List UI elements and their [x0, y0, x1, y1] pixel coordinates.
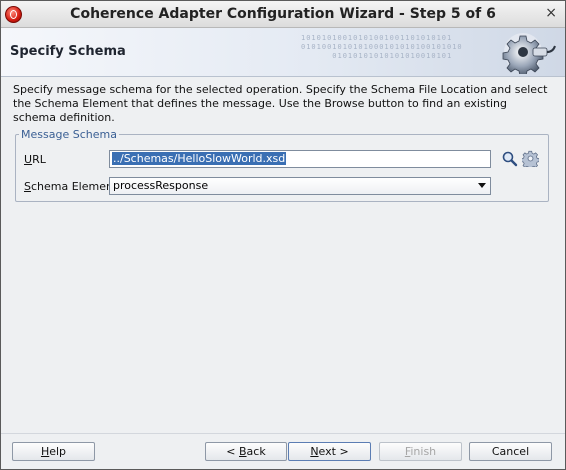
- help-button[interactable]: Help: [12, 442, 95, 461]
- gear-icon[interactable]: [522, 150, 539, 167]
- cancel-button[interactable]: Cancel: [469, 442, 552, 461]
- title-bar[interactable]: Coherence Adapter Configuration Wizard -…: [1, 1, 565, 28]
- wizard-header: Specify Schema 1010101001010100100110101…: [1, 28, 565, 77]
- binary-decoration: 10101010010101001001101010101 0101001010…: [301, 34, 463, 60]
- footer-divider: [1, 433, 565, 434]
- close-icon[interactable]: ×: [545, 5, 557, 21]
- step-description: Specify message schema for the selected …: [13, 83, 548, 124]
- search-icon[interactable]: [501, 150, 518, 167]
- url-label: URL: [24, 153, 46, 166]
- finish-button[interactable]: Finish: [379, 442, 462, 461]
- schema-element-value: processResponse: [113, 179, 209, 192]
- page-title: Specify Schema: [10, 44, 126, 59]
- schema-element-select[interactable]: processResponse: [109, 177, 491, 195]
- window-title: Coherence Adapter Configuration Wizard -…: [70, 6, 496, 22]
- wizard-window: Coherence Adapter Configuration Wizard -…: [0, 0, 566, 470]
- message-schema-legend: Message Schema: [21, 128, 117, 141]
- back-button[interactable]: < Back: [205, 442, 287, 461]
- chevron-down-icon: [478, 183, 486, 188]
- schema-element-label: Schema Element: [24, 180, 118, 193]
- url-value: ../Schemas/HelloSlowWorld.xsd: [112, 152, 287, 165]
- gear-plug-icon: [502, 33, 556, 74]
- next-button[interactable]: Next >: [288, 442, 371, 461]
- url-input[interactable]: ../Schemas/HelloSlowWorld.xsd: [109, 150, 491, 168]
